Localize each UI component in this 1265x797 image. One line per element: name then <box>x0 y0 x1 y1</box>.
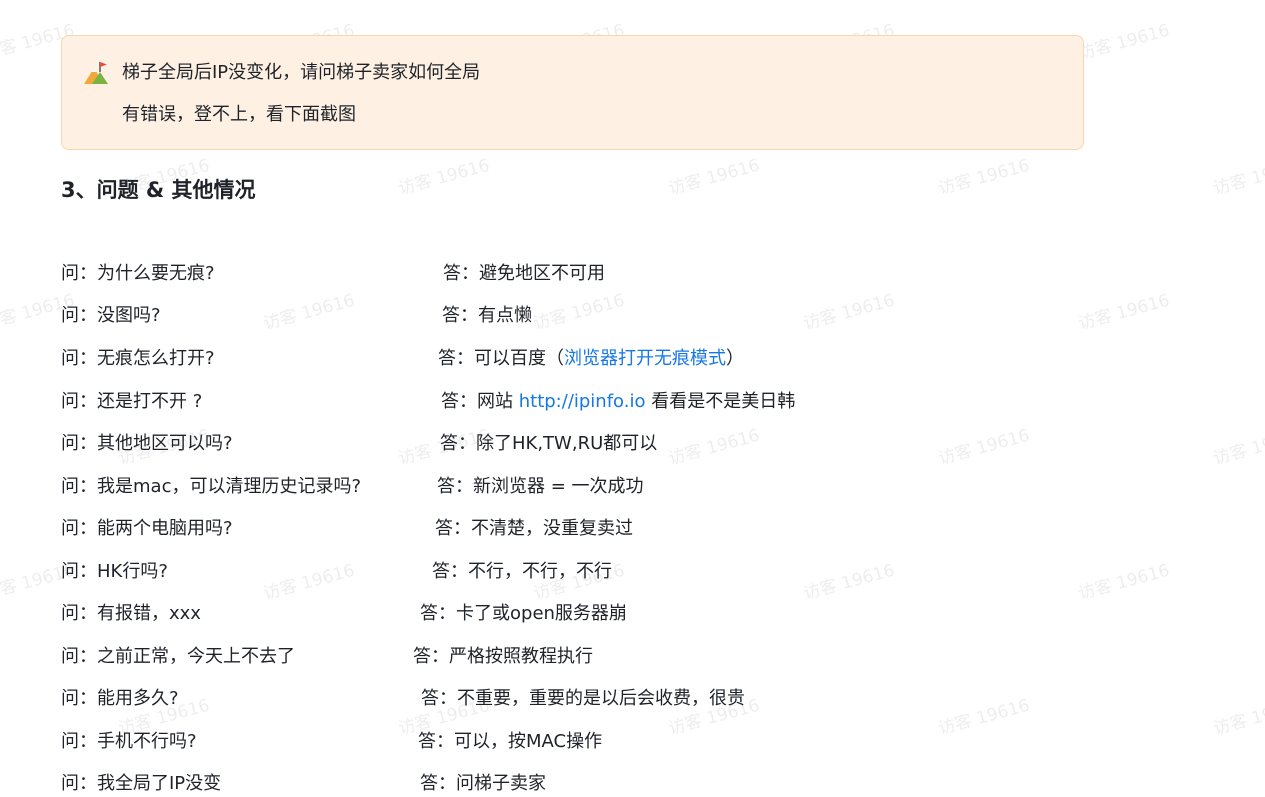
question-text: 问：能用多久? <box>61 688 179 709</box>
answer-text: 答：不重要，重要的是以后会收费，很贵 <box>421 688 745 709</box>
answer-text: 答：不清楚，没重复卖过 <box>435 518 633 539</box>
answer-text: 答：可以，按MAC操作 <box>418 731 603 752</box>
answer-text: 答：新浏览器 = 一次成功 <box>437 476 644 497</box>
question-text: 问：其他地区可以吗? <box>61 433 233 454</box>
watermark-text: 访客 19616 <box>936 155 1032 200</box>
watermark-text: 访客 19616 <box>666 155 762 200</box>
qa-row: 问：其他地区可以吗? 答：除了HK,TW,RU都可以 <box>0 431 1265 457</box>
question-text: 问：无痕怎么打开? <box>61 348 215 369</box>
watermark-text: 访客 19616 <box>1076 20 1172 65</box>
question-text: 问：为什么要无痕? <box>61 263 215 284</box>
question-text: 问：有报错，xxx <box>61 603 201 624</box>
qa-row: 问：有报错，xxx 答：卡了或open服务器崩 <box>0 601 1265 627</box>
callout-text-line1: 梯子全局后IP没变化，请问梯子卖家如何全局 <box>122 62 481 83</box>
qa-row: 问：我全局了IP没变 答：问梯子卖家 <box>0 771 1265 797</box>
answer-text: 答：可以百度（浏览器打开无痕模式） <box>438 348 744 369</box>
qa-row: 问：能两个电脑用吗? 答：不清楚，没重复卖过 <box>0 516 1265 542</box>
qa-row: 问：能用多久? 答：不重要，重要的是以后会收费，很贵 <box>0 686 1265 712</box>
qa-row: 问：我是mac，可以清理历史记录吗? 答：新浏览器 = 一次成功 <box>0 474 1265 500</box>
qa-row: 问：无痕怎么打开? 答：可以百度（浏览器打开无痕模式） <box>0 346 1265 372</box>
callout-text-line2: 有错误，登不上，看下面截图 <box>122 104 356 125</box>
question-text: 问：手机不行吗? <box>61 731 197 752</box>
qa-row: 问：手机不行吗? 答：可以，按MAC操作 <box>0 729 1265 755</box>
qa-row: 问：为什么要无痕? 答：避免地区不可用 <box>0 261 1265 287</box>
answer-text: 答：网站 http://ipinfo.io 看看是不是美日韩 <box>441 391 796 412</box>
answer-text: 答：问梯子卖家 <box>420 773 546 794</box>
qa-row: 问：HK行吗? 答：不行，不行，不行 <box>0 559 1265 585</box>
section-heading: 3、问题 & 其他情况 <box>61 178 256 202</box>
answer-text: 答：除了HK,TW,RU都可以 <box>440 433 658 454</box>
answer-text: 答：严格按照教程执行 <box>413 646 593 667</box>
question-text: 问：能两个电脑用吗? <box>61 518 233 539</box>
question-text: 问：之前正常，今天上不去了 <box>61 646 295 667</box>
mountain-flag-icon <box>82 60 110 86</box>
qa-row: 问：之前正常，今天上不去了 答：严格按照教程执行 <box>0 644 1265 670</box>
qa-row: 问：还是打不开 ? 答：网站 http://ipinfo.io 看看是不是美日韩 <box>0 389 1265 415</box>
answer-text: 答：卡了或open服务器崩 <box>420 603 627 624</box>
answer-link[interactable]: 浏览器打开无痕模式 <box>564 348 726 369</box>
answer-text: 答：不行，不行，不行 <box>432 561 612 582</box>
answer-text: 答：有点懒 <box>442 305 532 326</box>
qa-row: 问：没图吗? 答：有点懒 <box>0 303 1265 329</box>
answer-text: 答：避免地区不可用 <box>443 263 605 284</box>
watermark-text: 访客 19616 <box>1211 155 1265 200</box>
question-text: 问：我是mac，可以清理历史记录吗? <box>61 476 362 497</box>
question-text: 问：没图吗? <box>61 305 161 326</box>
question-text: 问：我全局了IP没变 <box>61 773 222 794</box>
question-text: 问：还是打不开 ? <box>61 391 203 412</box>
answer-link[interactable]: http://ipinfo.io <box>519 391 646 412</box>
callout-box: 梯子全局后IP没变化，请问梯子卖家如何全局 有错误，登不上，看下面截图 <box>61 35 1084 150</box>
watermark-text: 访客 19616 <box>396 155 492 200</box>
question-text: 问：HK行吗? <box>61 561 168 582</box>
